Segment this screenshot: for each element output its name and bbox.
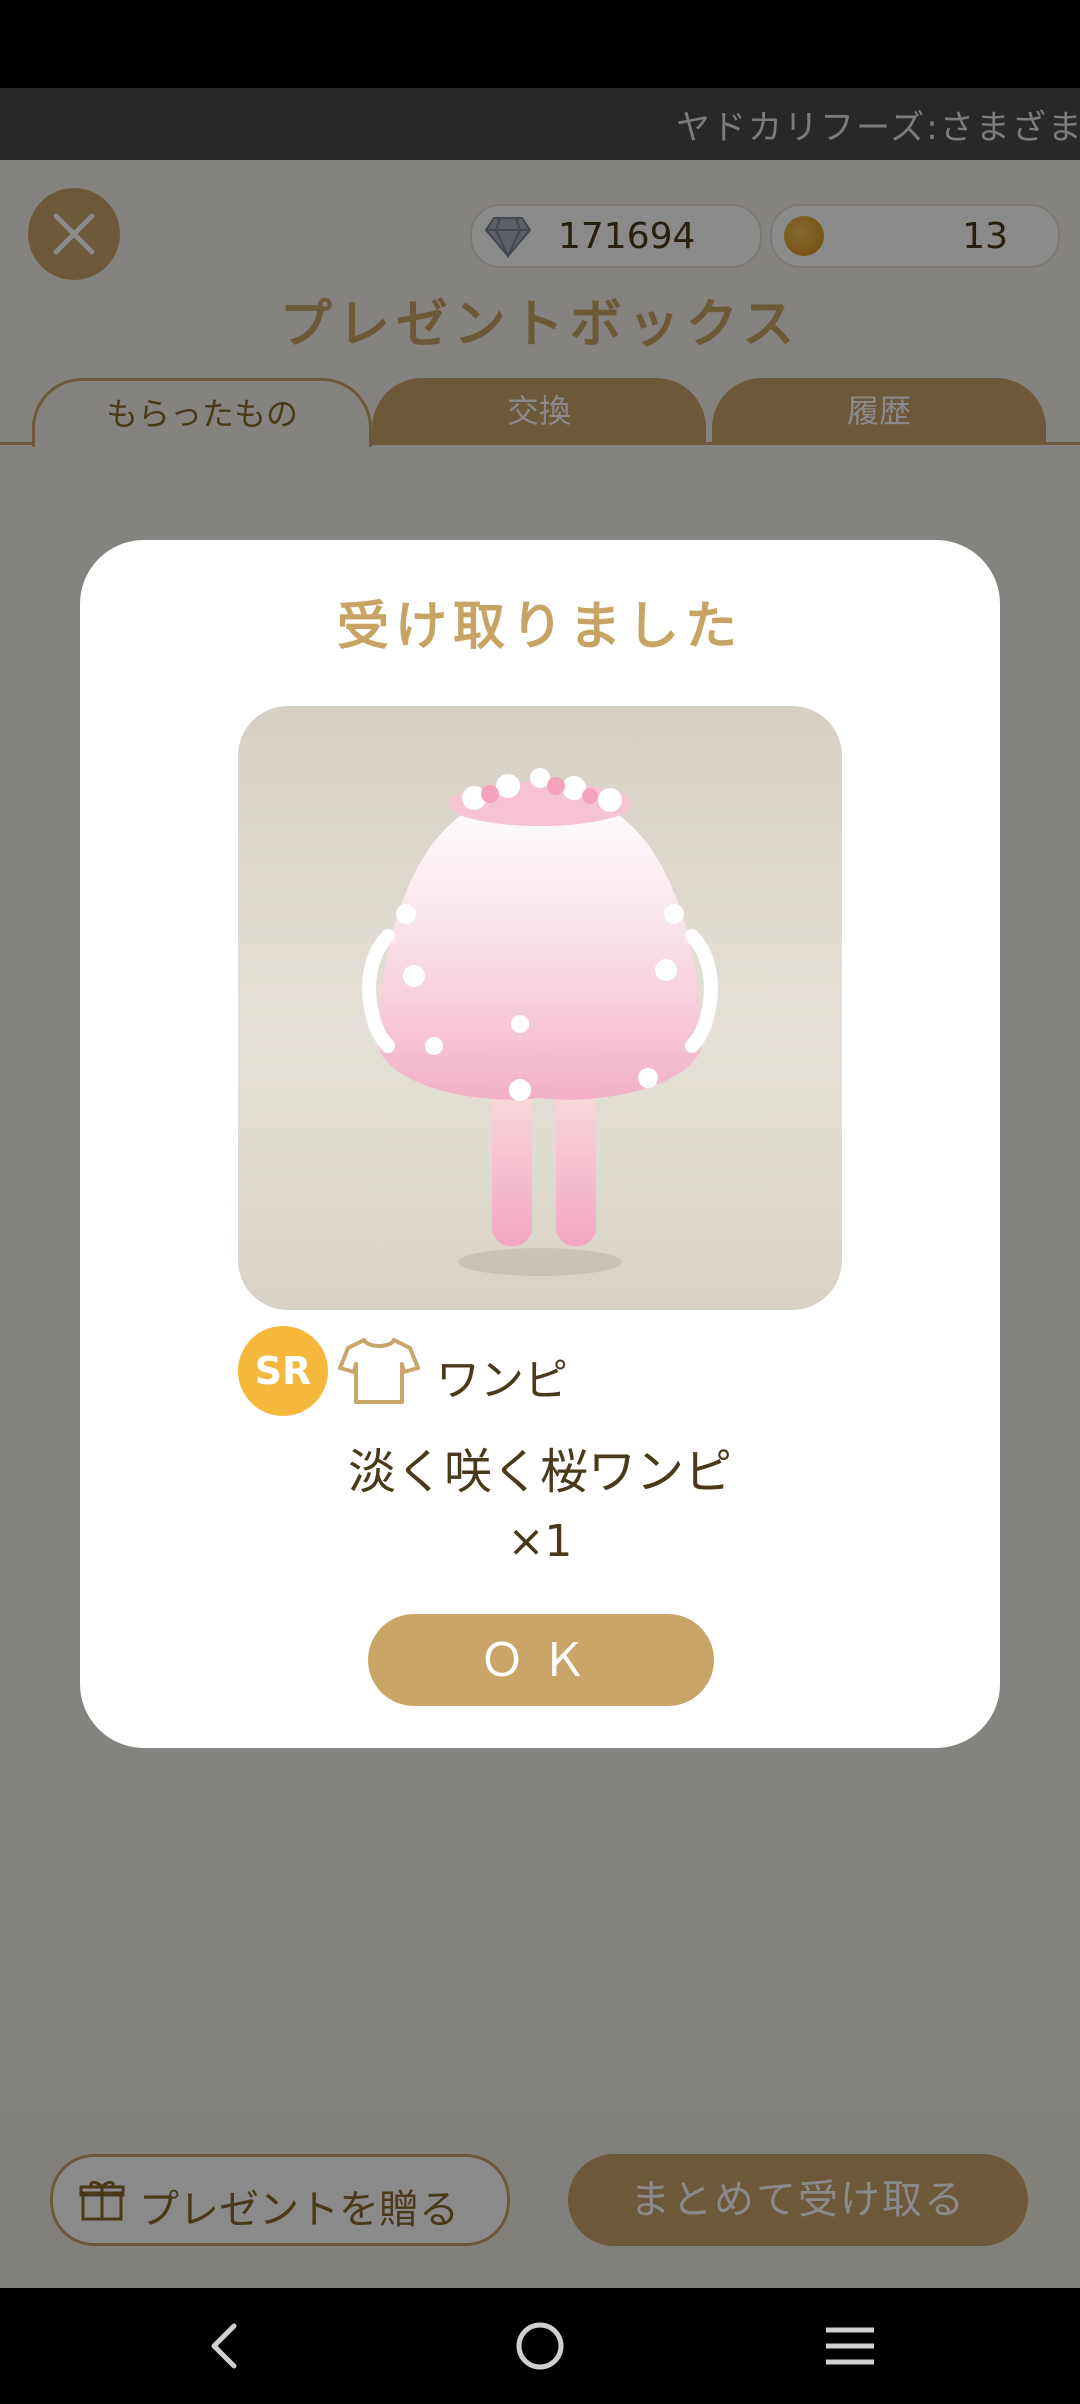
menu-icon[interactable] — [824, 2326, 876, 2366]
system-nav-bar — [0, 2288, 1080, 2404]
rarity-badge: SR — [238, 1326, 328, 1416]
ok-button[interactable]: ＯＫ — [368, 1614, 714, 1706]
dialog-title: 受け取りました — [336, 597, 743, 657]
item-quantity: ×1 — [507, 1516, 573, 1567]
received-dialog: 受け取りました SR ワンピ 淡く咲く桜ワンピ ×1 ＯＫ — [80, 540, 1000, 1748]
item-name: 淡く咲く桜ワンピ — [347, 1444, 732, 1500]
item-category: ワンピ — [436, 1355, 568, 1406]
back-icon[interactable] — [204, 2322, 244, 2370]
home-icon[interactable] — [514, 2320, 566, 2372]
shirt-icon — [338, 1338, 420, 1404]
item-image — [238, 706, 842, 1310]
status-bar — [0, 0, 1080, 88]
dress-illustration — [362, 768, 718, 1276]
